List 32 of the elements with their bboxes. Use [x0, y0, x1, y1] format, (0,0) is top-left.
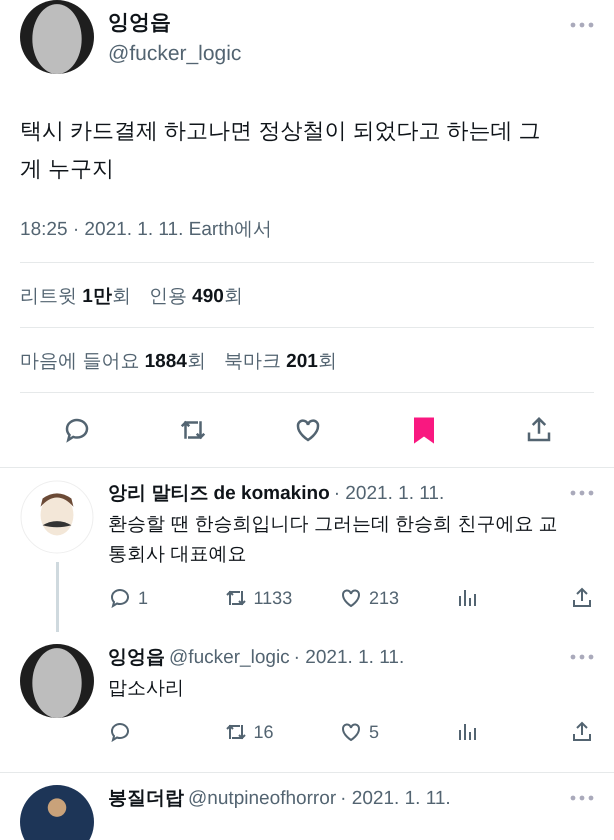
retweet-count: 1133	[254, 588, 292, 608]
avatar[interactable]	[20, 480, 94, 554]
user-name[interactable]: 잉엉읍	[108, 644, 165, 670]
share-icon[interactable]	[570, 720, 594, 744]
avatar[interactable]	[20, 0, 94, 74]
reply-date: · 2021. 1. 11.	[334, 483, 444, 505]
user-name[interactable]: 봉질더랍	[108, 785, 184, 811]
reply-text: 맙소사리	[108, 677, 185, 701]
like-count: 213	[369, 588, 400, 608]
user-handle[interactable]: @fucker_logic	[108, 42, 556, 66]
reply-date: · 2021. 1. 11.	[340, 788, 451, 810]
user-name[interactable]: 앙리 말티즈 de komakino	[108, 480, 330, 506]
thread-line	[56, 562, 58, 632]
retweet-count: 16	[254, 722, 274, 742]
avatar[interactable]	[20, 644, 94, 718]
user-handle[interactable]: @fucker_logic	[169, 647, 290, 669]
tweet-timestamp: 18:25 · 2021. 1. 11. Earth에서	[20, 216, 594, 263]
stat-count[interactable]: 마음에 들어요 1884회	[20, 348, 206, 374]
reply-count: 1	[138, 588, 148, 608]
stat-count[interactable]: 북마크 201회	[224, 348, 337, 374]
reply-icon[interactable]	[108, 586, 132, 610]
reply-date: · 2021. 1. 11.	[294, 647, 404, 669]
stat-count[interactable]: 리트윗 1만회	[20, 283, 131, 309]
reply-text: 환승할 땐 한승희입니다 그러는데 한승희 친구에요 교통회사 대표예요	[108, 513, 559, 567]
tweet-text: 택시 카드결제 하고나면 정상철이 되었다고 하는데 그게 누구지	[20, 117, 542, 183]
reply-icon[interactable]	[108, 720, 132, 744]
avatar[interactable]	[20, 785, 94, 840]
user-handle[interactable]: @nutpineofhorror	[188, 788, 336, 810]
like-count: 5	[369, 722, 380, 742]
stat-count[interactable]: 인용 490회	[148, 283, 243, 309]
user-name[interactable]: 잉엉읍	[108, 8, 556, 36]
share-icon[interactable]	[570, 586, 594, 610]
